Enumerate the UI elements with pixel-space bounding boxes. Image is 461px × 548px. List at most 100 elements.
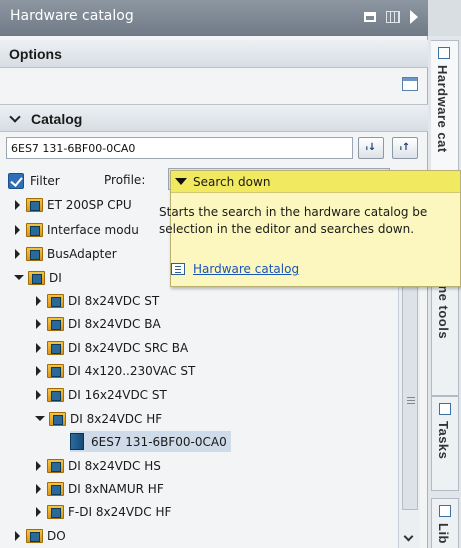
tree-item[interactable]: DI [14, 267, 62, 288]
expand-arrow-icon[interactable] [15, 530, 20, 541]
chevron-down-icon [9, 111, 21, 123]
folder-icon [47, 340, 64, 355]
tooltip-line: selection in the editor and searches dow… [159, 222, 415, 236]
tooltip-title: Search down [193, 174, 271, 189]
folder-icon [47, 316, 64, 331]
tree-item-label: DI 8x24VDC HF [70, 411, 163, 426]
profile-label: Profile: [104, 173, 146, 187]
tree-item-label: DI 8x24VDC SRC BA [68, 340, 189, 355]
tree-item[interactable]: DO [15, 525, 66, 546]
expand-arrow-icon[interactable] [15, 199, 20, 210]
tree-item-label: DO [47, 528, 66, 543]
expand-arrow-icon[interactable] [15, 248, 20, 259]
tab-libraries[interactable]: Lib [431, 498, 459, 548]
layout-icon[interactable] [386, 11, 400, 23]
tab-label: Hardware cat [435, 65, 450, 153]
catalog-search-input[interactable] [6, 137, 353, 159]
catalog-tab-icon [438, 47, 450, 59]
libraries-tab-icon [439, 505, 451, 517]
expand-arrow-icon[interactable] [36, 483, 41, 494]
tree-item[interactable]: Interface modu [15, 219, 139, 240]
scrollbar-thumb[interactable] [402, 286, 418, 510]
catalog-header[interactable]: Catalog [0, 104, 428, 132]
folder-icon [47, 363, 64, 378]
tree-item-label: ET 200SP CPU [47, 197, 132, 212]
options-header[interactable]: Options [0, 40, 428, 68]
options-body [0, 69, 428, 99]
panel-titlebar: Hardware catalog [0, 0, 428, 36]
filter-checkbox[interactable] [8, 173, 24, 189]
tooltip-header: Search down [171, 171, 460, 193]
folder-icon [28, 270, 45, 285]
collapse-arrow-icon[interactable] [35, 416, 45, 421]
folder-icon [47, 458, 64, 473]
tree-item-label: DI 8x24VDC HS [68, 458, 161, 473]
expand-arrow-icon[interactable] [36, 506, 41, 517]
tab-tasks[interactable]: Tasks [431, 396, 459, 491]
expand-arrow-icon[interactable] [15, 224, 20, 235]
tree-item[interactable]: DI 16x24VDC ST [36, 384, 167, 405]
tree-item[interactable]: DI 8x24VDC HS [36, 455, 161, 476]
tree-item-label: DI 16x24VDC ST [68, 387, 167, 402]
tree-item[interactable]: DI 8x24VDC ST [36, 290, 159, 311]
tree-item[interactable]: DI 8x24VDC HF [35, 408, 162, 429]
restore-icon[interactable] [364, 12, 376, 22]
tab-hardware-catalog[interactable]: Hardware cat [431, 40, 459, 180]
expand-arrow-icon[interactable] [36, 365, 41, 376]
window-layout-icon[interactable] [402, 77, 418, 91]
search-down-tooltip: Search down Starts the search in the har… [159, 170, 461, 287]
collapse-arrow-icon[interactable] [14, 275, 24, 280]
tree-item-label: F-DI 8x24VDC HF [68, 504, 172, 519]
folder-icon [26, 528, 43, 543]
tooltip-description: Starts the search in the hardware catalo… [159, 204, 427, 238]
link-text[interactable]: Hardware catalog [193, 262, 299, 276]
tree-item-label: DI [49, 270, 62, 285]
tree-item[interactable]: ET 200SP CPU [15, 194, 132, 215]
tree-item-label: DI 8x24VDC ST [68, 293, 160, 308]
hardware-catalog-link[interactable]: Hardware catalog [171, 262, 299, 276]
panel-title: Hardware catalog [10, 8, 134, 24]
tree-item[interactable]: DI 8x24VDC SRC BA [36, 337, 188, 358]
folder-icon [26, 222, 43, 237]
tab-label: Tasks [436, 421, 451, 460]
search-down-button[interactable]: ᵢ↓ [358, 137, 384, 159]
filter-label: Filter [30, 174, 60, 188]
tooltip-line: Starts the search in the hardware catalo… [159, 205, 428, 219]
tree-item-label: BusAdapter [47, 246, 117, 261]
tree-item[interactable]: BusAdapter [15, 243, 117, 264]
folder-icon [26, 197, 43, 212]
folder-icon [47, 481, 64, 496]
tree-item-label: DI 4x120..230VAC ST [68, 363, 196, 378]
scroll-down-arrow-icon[interactable] [403, 531, 414, 542]
tab-label: Lib [436, 523, 451, 544]
tree-item-label: DI 8x24VDC BA [68, 316, 161, 331]
catalog-label: Catalog [31, 111, 83, 127]
folder-icon [49, 411, 66, 426]
filter-row: Filter [8, 171, 60, 191]
tree-item[interactable]: DI 4x120..230VAC ST [36, 360, 195, 381]
grip-icon [407, 397, 415, 398]
tree-item[interactable]: DI 8x24VDC BA [36, 313, 161, 334]
collapse-arrow-icon[interactable] [410, 10, 418, 24]
folder-icon [47, 387, 64, 402]
options-label: Options [9, 46, 62, 62]
module-icon [70, 433, 84, 450]
folder-icon [47, 293, 64, 308]
tree-item[interactable]: F-DI 8x24VDC HF [36, 501, 171, 522]
search-up-button[interactable]: ᵢ↑ [392, 137, 418, 159]
expand-arrow-icon[interactable] [36, 318, 41, 329]
expand-arrow-icon[interactable] [36, 295, 41, 306]
folder-icon [47, 504, 64, 519]
tree-item-label: 6ES7 131-6BF00-0CA0 [91, 434, 227, 449]
help-document-icon [171, 263, 185, 275]
expand-arrow-icon[interactable] [36, 342, 41, 353]
tree-item-label: Interface modu [47, 222, 139, 237]
folder-icon [26, 246, 43, 261]
expand-arrow-icon[interactable] [36, 460, 41, 471]
arrow-down-icon [175, 178, 187, 185]
expand-arrow-icon[interactable] [36, 389, 41, 400]
tasks-tab-icon [439, 403, 451, 415]
tree-item-label: DI 8xNAMUR HF [68, 481, 164, 496]
tree-item-selected[interactable]: 6ES7 131-6BF00-0CA0 [70, 431, 231, 452]
tree-item[interactable]: DI 8xNAMUR HF [36, 478, 164, 499]
